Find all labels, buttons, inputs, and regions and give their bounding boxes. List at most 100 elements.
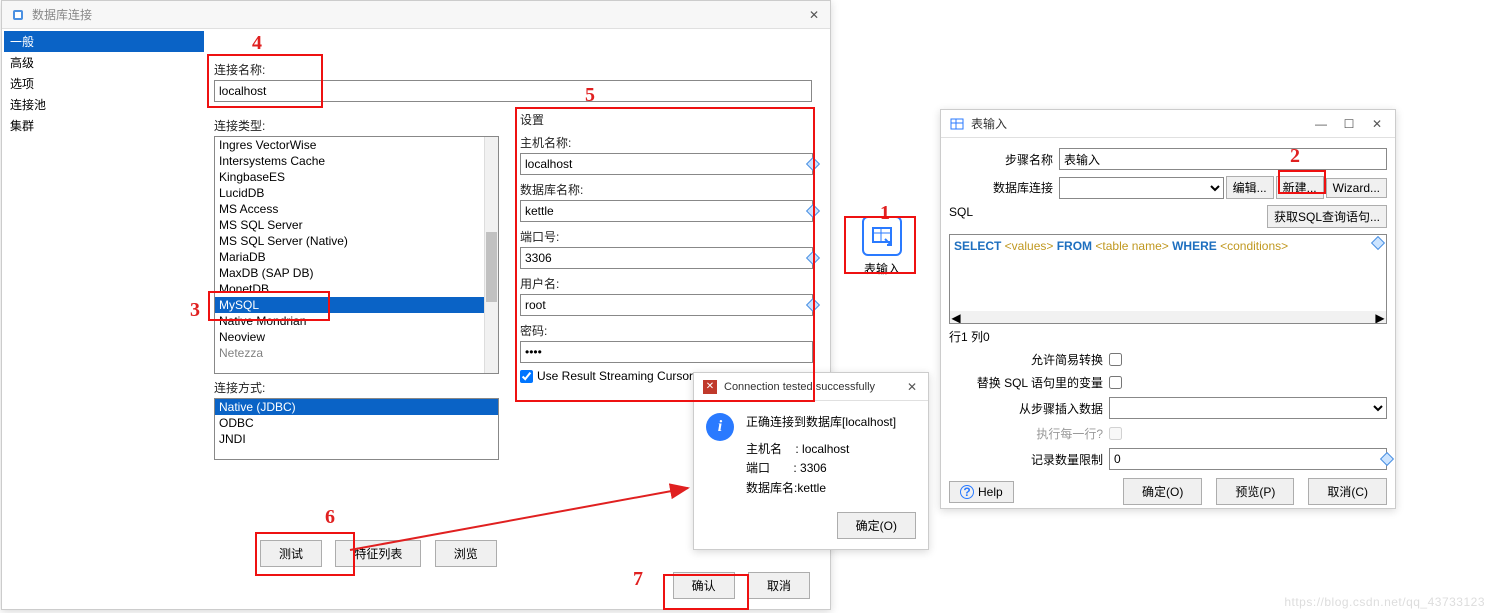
category-sidebar: 一般 高级 选项 连接池 集群	[4, 31, 204, 136]
access-listbox[interactable]: Native (JDBC) ODBC JNDI	[214, 398, 499, 460]
insert-from-select[interactable]	[1109, 397, 1387, 419]
db-type-item[interactable]: Neoview	[215, 329, 498, 345]
msgbox-title: Connection tested successfully	[724, 381, 904, 393]
new-conn-button[interactable]: 新建...	[1276, 176, 1324, 199]
msgbox-titlebar: ✕ Connection tested successfully ✕	[694, 373, 928, 401]
sidebar-item-pool[interactable]: 连接池	[4, 94, 204, 115]
scroll-left-icon[interactable]: ◀	[950, 311, 962, 323]
db-conn-titlebar: 数据库连接 ✕	[2, 1, 830, 29]
step-name-label: 步骤名称	[949, 151, 1059, 168]
port-label: 端口号:	[520, 228, 813, 245]
access-item-jndi[interactable]: JNDI	[215, 431, 498, 447]
help-button[interactable]: ?Help	[949, 481, 1014, 503]
close-icon[interactable]: ✕	[904, 380, 920, 394]
msg-line1: 正确连接到数据库[localhost]	[746, 413, 896, 432]
sidebar-item-advanced[interactable]: 高级	[4, 52, 204, 73]
maximize-icon[interactable]: ☐	[1339, 115, 1359, 133]
db-type-listbox[interactable]: Ingres VectorWise Intersystems Cache Kin…	[214, 136, 499, 374]
db-type-item[interactable]: Ingres VectorWise	[215, 137, 498, 153]
wizard-conn-button[interactable]: Wizard...	[1326, 178, 1387, 198]
sql-ph: <table name>	[1092, 239, 1172, 253]
access-item-native[interactable]: Native (JDBC)	[215, 399, 498, 415]
db-type-item[interactable]: MS SQL Server (Native)	[215, 233, 498, 249]
db-type-item[interactable]: MS SQL Server	[215, 217, 498, 233]
allow-lazy-label: 允许简易转换	[949, 351, 1109, 368]
scroll-right-icon[interactable]: ▶	[1374, 311, 1386, 323]
stream-cursor-label: Use Result Streaming Cursor	[537, 369, 693, 383]
sql-label: SQL	[949, 205, 979, 219]
host-label: 主机名称:	[520, 134, 813, 151]
status-text: 行1 列0	[949, 328, 1387, 345]
test-button-row: 测试 特征列表 浏览	[260, 540, 497, 567]
help-label: Help	[978, 485, 1003, 499]
db-type-item[interactable]: MS Access	[215, 201, 498, 217]
dbconn-select[interactable]	[1059, 177, 1224, 199]
db-type-item[interactable]: LucidDB	[215, 185, 498, 201]
conn-type-label: 连接类型:	[214, 117, 499, 134]
table-input-step[interactable]: 表输入	[852, 216, 912, 277]
stream-cursor-checkbox[interactable]	[520, 370, 533, 383]
pass-input[interactable]	[520, 341, 813, 363]
dbconn-label: 数据库连接	[949, 179, 1059, 196]
msg-port-val: : 3306	[793, 461, 826, 475]
db-type-item[interactable]: MonetDB	[215, 281, 498, 297]
feature-button[interactable]: 特征列表	[335, 540, 421, 567]
browse-button[interactable]: 浏览	[435, 540, 497, 567]
var-icon[interactable]	[1371, 236, 1385, 250]
db-conn-title: 数据库连接	[32, 6, 806, 23]
exec-each-label: 执行每一行?	[949, 425, 1109, 442]
cancel-button[interactable]: 取消	[748, 572, 810, 599]
sidebar-item-general[interactable]: 一般	[4, 31, 204, 52]
dbname-input[interactable]	[520, 200, 813, 222]
test-button[interactable]: 测试	[260, 540, 322, 567]
ti-ok-button[interactable]: 确定(O)	[1123, 478, 1202, 505]
db-type-item[interactable]: Intersystems Cache	[215, 153, 498, 169]
close-icon[interactable]: ✕	[806, 8, 822, 22]
limit-input[interactable]	[1109, 448, 1387, 470]
conn-name-input[interactable]	[214, 80, 812, 102]
db-type-item[interactable]: Native Mondrian	[215, 313, 498, 329]
step-name-input[interactable]	[1059, 148, 1387, 170]
ti-cancel-button[interactable]: 取消(C)	[1308, 478, 1387, 505]
msgbox-ok-button[interactable]: 确定(O)	[837, 512, 916, 539]
info-icon: i	[706, 413, 734, 441]
db-type-item[interactable]: MaxDB (SAP DB)	[215, 265, 498, 281]
connection-success-dialog: ✕ Connection tested successfully ✕ i 正确连…	[693, 372, 929, 550]
db-type-item[interactable]: Netezza	[215, 345, 498, 361]
ti-body: 步骤名称 数据库连接 编辑... 新建... Wizard... SQL 获取S…	[941, 138, 1395, 515]
ok-button[interactable]: 确认	[673, 572, 735, 599]
sql-ph: <values>	[1001, 239, 1056, 253]
allow-lazy-check[interactable]	[1109, 353, 1122, 366]
msg-db-val: kettle	[797, 481, 826, 495]
table-input-step-label: 表输入	[852, 260, 912, 277]
settings-header: 设置	[520, 111, 813, 128]
db-type-item-mysql[interactable]: MySQL	[215, 297, 498, 313]
sidebar-item-cluster[interactable]: 集群	[4, 115, 204, 136]
get-sql-button[interactable]: 获取SQL查询语句...	[1267, 205, 1387, 228]
replace-vars-check[interactable]	[1109, 376, 1122, 389]
error-indicator-icon: ✕	[702, 379, 718, 395]
pass-label: 密码:	[520, 322, 813, 339]
port-input[interactable]	[520, 247, 813, 269]
settings-panel: 设置 主机名称: 数据库名称: 端口号: 用户名: 密码: Use Result…	[520, 111, 813, 401]
minimize-icon[interactable]: —	[1311, 115, 1331, 133]
user-input[interactable]	[520, 294, 813, 316]
access-item-odbc[interactable]: ODBC	[215, 415, 498, 431]
db-type-item[interactable]: MariaDB	[215, 249, 498, 265]
sql-kw: FROM	[1057, 239, 1092, 253]
msg-db-label: 数据库名:	[746, 481, 797, 495]
db-icon	[10, 7, 26, 23]
db-type-scrollbar[interactable]	[484, 137, 498, 373]
db-type-item[interactable]: KingbaseES	[215, 169, 498, 185]
user-label: 用户名:	[520, 275, 813, 292]
sidebar-item-options[interactable]: 选项	[4, 73, 204, 94]
msg-host-val: : localhost	[795, 442, 849, 456]
close-icon[interactable]: ✕	[1367, 115, 1387, 133]
host-input[interactable]	[520, 153, 813, 175]
ti-preview-button[interactable]: 预览(P)	[1216, 478, 1294, 505]
sql-editor[interactable]: SELECT <values> FROM <table name> WHERE …	[949, 234, 1387, 324]
sql-kw: SELECT	[954, 239, 1001, 253]
sql-ph: <conditions>	[1217, 239, 1288, 253]
msg-port-label: 端口	[746, 461, 770, 475]
edit-conn-button[interactable]: 编辑...	[1226, 176, 1274, 199]
